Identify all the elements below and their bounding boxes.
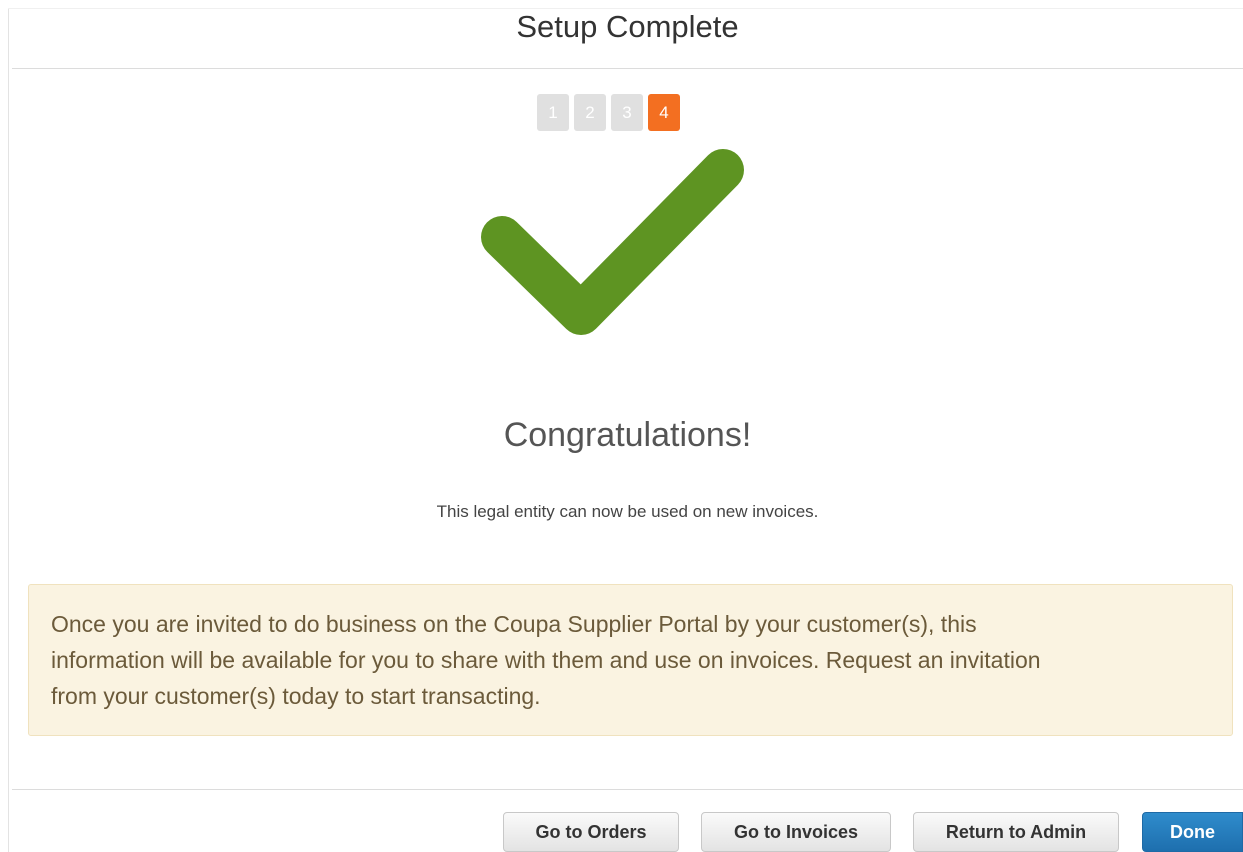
dialog-title: Setup Complete [516,9,739,44]
notice-line-2: information will be available for you to… [51,647,1041,673]
notice-line-3: from your customer(s) today to start tra… [51,683,541,709]
step-2: 2 [574,94,606,131]
step-1: 1 [537,94,569,131]
step-4-active: 4 [648,94,680,131]
congratulations-heading: Congratulations! [503,416,752,454]
confirmation-text: This legal entity can now be used on new… [436,502,819,521]
checkmark-icon [481,149,744,335]
go-to-orders-button[interactable]: Go to Orders [503,812,679,852]
notice-line-1: Once you are invited to do business on t… [51,611,977,637]
done-button[interactable]: Done [1142,812,1243,852]
setup-complete-dialog: Setup Complete 1 2 3 4 Congratulations! … [0,0,1243,852]
dialog-header: Setup Complete [12,9,1243,69]
step-3: 3 [611,94,643,131]
footer-divider [12,789,1243,790]
step-indicator: 1 2 3 4 [537,94,680,131]
return-to-admin-button[interactable]: Return to Admin [913,812,1119,852]
go-to-invoices-button[interactable]: Go to Invoices [701,812,891,852]
dialog-left-border [8,8,9,852]
invitation-notice: Once you are invited to do business on t… [28,584,1233,736]
